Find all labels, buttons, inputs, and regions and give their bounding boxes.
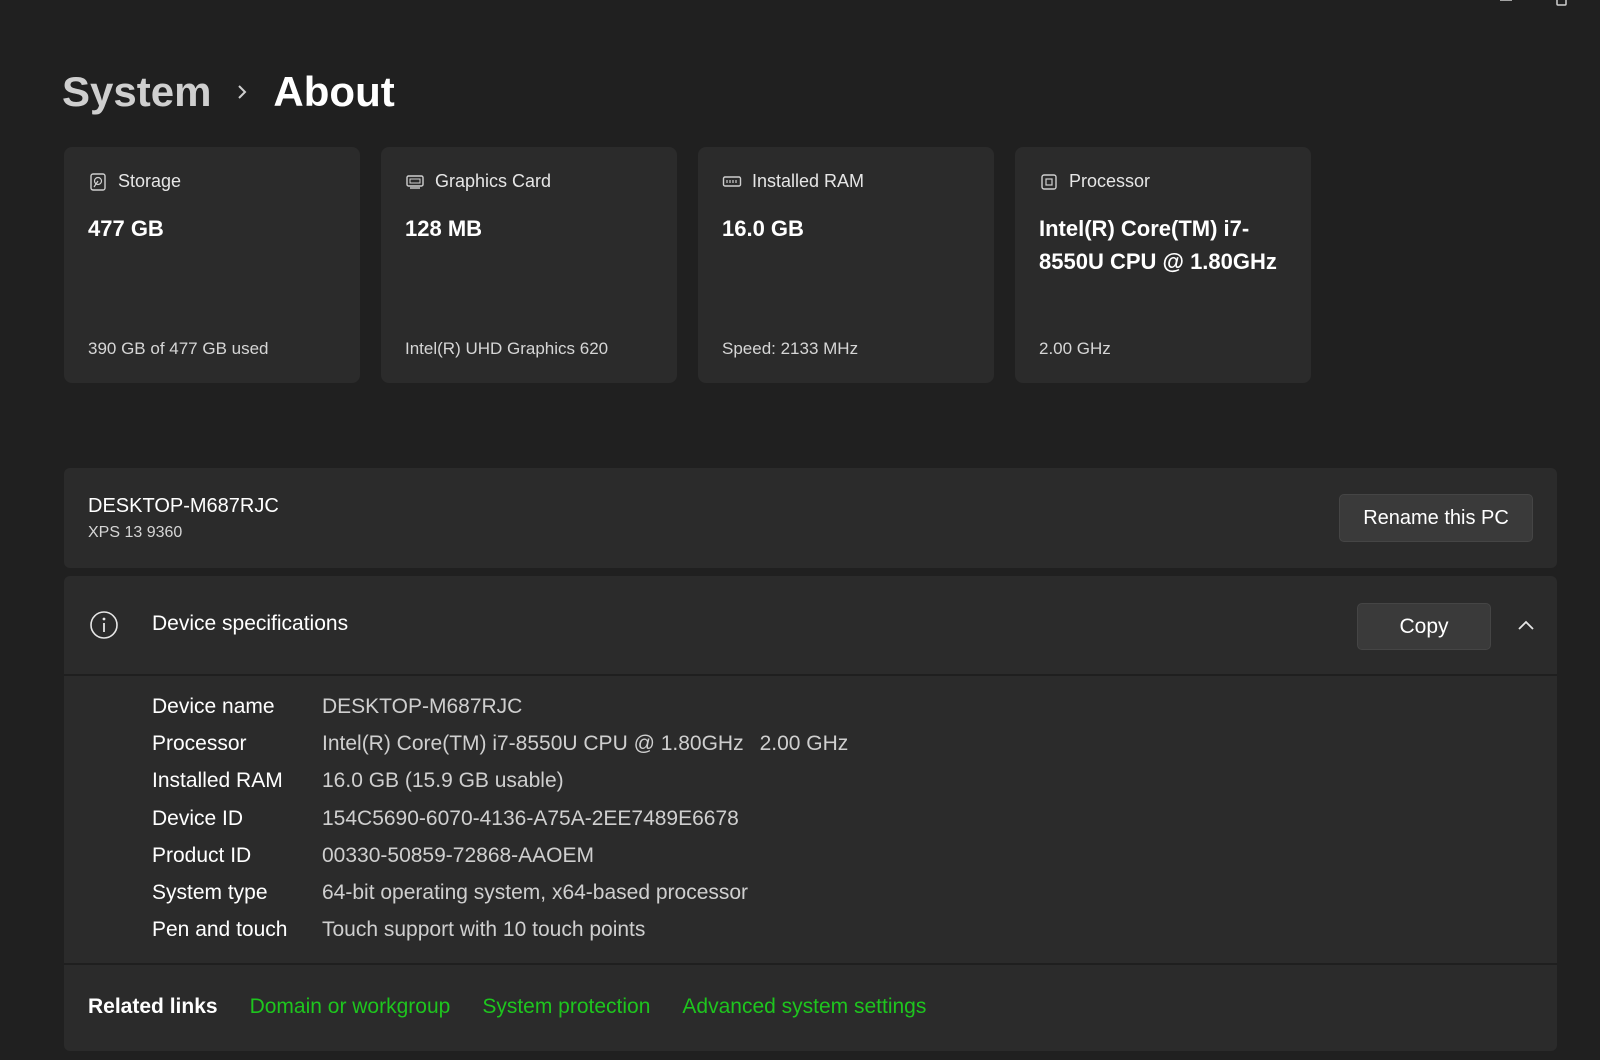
graphics-card-icon [406,174,424,189]
card-value: Intel(R) Core(TM) i7-8550U CPU @ 1.80GHz [1039,216,1277,274]
spec-label: Processor [152,731,247,755]
minimize-icon[interactable] [1498,0,1514,6]
card-graphics: Graphics Card 128 MB Intel(R) UHD Graphi… [381,147,677,383]
spec-label: Device name [152,694,275,718]
spec-label: Product ID [152,843,252,867]
card-processor: Processor Intel(R) Core(TM) i7-8550U CPU… [1015,147,1311,383]
spec-value-processor-speed: 2.00 GHz [759,731,849,755]
spec-value-processor-name: Intel(R) Core(TM) i7-8550U CPU @ 1.80GHz [322,731,744,755]
specs-list: Device name DESKTOP-M687RJC Processor In… [64,676,1557,965]
restore-icon[interactable] [1554,0,1570,6]
card-title: Storage [118,171,182,191]
breadcrumb: System About [62,66,395,118]
breadcrumb-system[interactable]: System [62,66,211,118]
card-subtext: Speed: 2133 MHz [722,339,859,358]
spec-row-system-type: System type 64-bit operating system, x64… [64,874,1557,911]
collapse-button[interactable] [1515,614,1537,636]
spec-value: 16.0 GB (15.9 GB usable) [322,769,564,793]
settings-about-page: System About Storage 477 GB 390 GB of 47… [0,0,1600,1060]
page-title: About [273,68,395,115]
window-controls [1498,0,1570,6]
spec-label: System type [152,881,268,905]
card-subtext: 390 GB of 477 GB used [88,339,269,358]
info-icon [90,611,118,639]
specs-title: Device specifications [152,612,349,635]
spec-row-product-id: Product ID 00330-50859-72868-AAOEM [64,837,1557,874]
ram-icon [722,175,742,187]
related-links: Related links Domain or workgroup System… [64,965,1557,1049]
card-title: Processor [1069,171,1151,191]
spec-label: Installed RAM [152,769,283,793]
specs-header[interactable]: Device specifications Copy [64,576,1557,676]
spec-row-processor: Processor Intel(R) Core(TM) i7-8550U CPU… [64,725,1557,762]
spec-row-installed-ram: Installed RAM 16.0 GB (15.9 GB usable) [64,763,1557,800]
chevron-right-icon [233,83,251,101]
link-system-protection[interactable]: System protection [482,995,650,1019]
spec-value: Touch support with 10 touch points [322,918,646,942]
storage-icon [90,172,106,191]
card-value: 477 GB [88,216,164,241]
card-ram: Installed RAM 16.0 GB Speed: 2133 MHz [698,147,994,383]
rename-pc-button[interactable]: Rename this PC [1339,494,1533,542]
device-model: XPS 13 9360 [88,524,183,541]
spec-value: 00330-50859-72868-AAOEM [322,843,595,867]
link-advanced-system-settings[interactable]: Advanced system settings [682,995,926,1019]
card-title: Graphics Card [435,171,552,191]
spec-label: Pen and touch [152,918,288,942]
spec-row-device-id: Device ID 154C5690-6070-4136-A75A-2EE748… [64,800,1557,837]
device-specifications-panel: Device specifications Copy Device name D… [64,576,1557,1051]
chevron-up-icon [1518,620,1534,630]
copy-button[interactable]: Copy [1357,603,1491,650]
device-name: DESKTOP-M687RJC [88,495,279,517]
spec-value: Intel(R) Core(TM) i7-8550U CPU @ 1.80GHz… [322,732,848,756]
device-name-panel: DESKTOP-M687RJC XPS 13 9360 Rename this … [64,468,1557,568]
card-subtext: Intel(R) UHD Graphics 620 [405,339,609,358]
summary-cards: Storage 477 GB 390 GB of 477 GB used Gra… [64,147,1311,383]
card-value: 128 MB [405,216,483,241]
card-title: Installed RAM [752,171,865,191]
spec-value: 154C5690-6070-4136-A75A-2EE7489E6678 [322,806,739,830]
related-links-label: Related links [88,995,218,1018]
spec-row-pen-and-touch: Pen and touch Touch support with 10 touc… [64,912,1557,949]
spec-row-device-name: Device name DESKTOP-M687RJC [64,688,1557,725]
spec-value: 64-bit operating system, x64-based proce… [322,881,749,905]
card-subtext: 2.00 GHz [1039,339,1111,358]
spec-label: Device ID [152,806,244,830]
processor-icon [1041,173,1057,190]
spec-value: DESKTOP-M687RJC [322,694,523,718]
card-value: 16.0 GB [722,216,804,241]
link-domain-or-workgroup[interactable]: Domain or workgroup [250,995,451,1019]
card-storage: Storage 477 GB 390 GB of 477 GB used [64,147,360,383]
